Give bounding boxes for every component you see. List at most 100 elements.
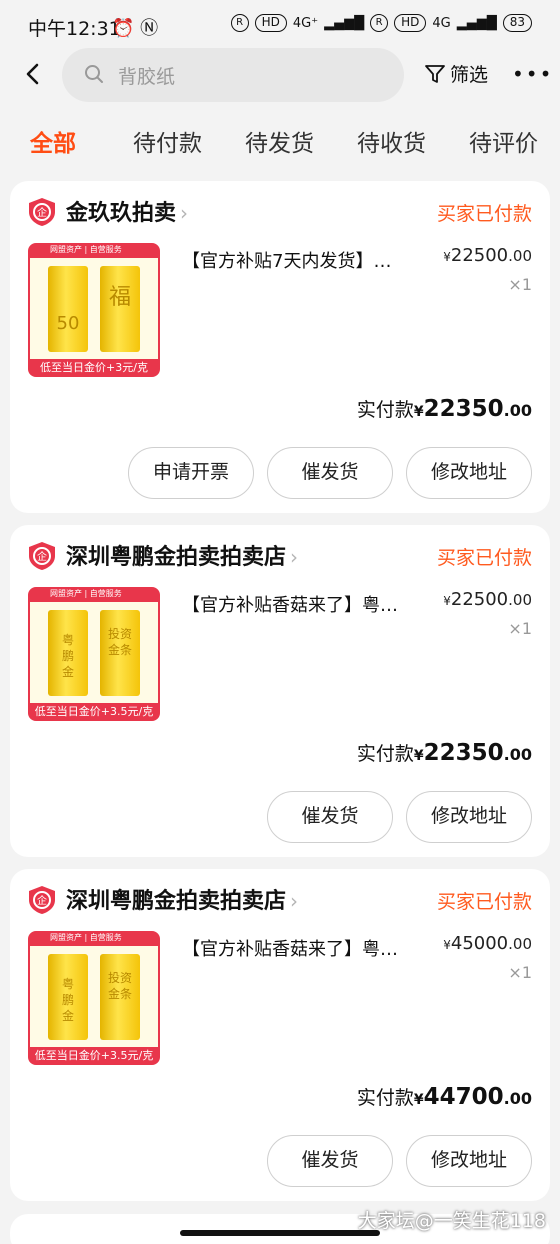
filter-button[interactable]: 筛选 [424,60,488,87]
price-int: 22500 [450,245,509,266]
gold-bar-text: 50 [56,313,80,334]
search-icon [85,65,103,83]
change-address-button[interactable]: 修改地址 [406,791,532,843]
clock: 中午12:31 [28,18,121,40]
tab-pending-review[interactable]: 待评价 [469,124,538,158]
currency-symbol: ¥ [443,594,451,608]
gold-bar: 粤鹏金 [48,610,88,696]
gold-bar-text: 福 [108,285,131,310]
tab-pending-receipt[interactable]: 待收货 [357,124,426,158]
product-image[interactable]: 网盟资产 | 自营服务 50 福 低至当日金价+3元/克 [28,243,160,377]
change-address-button[interactable]: 修改地址 [406,447,532,499]
quantity: ×1 [508,619,532,638]
filter-label: 筛选 [450,64,489,86]
paid-dec: .00 [503,745,532,764]
paid-int: 44700 [423,1084,504,1110]
gold-bar: 投资金条 [100,610,140,696]
shop-name[interactable]: 深圳粤鹏金拍卖拍卖店 › [66,539,298,571]
quantity: ×1 [508,963,532,982]
currency-symbol: ¥ [413,404,424,420]
tab-pending-shipment[interactable]: 待发货 [245,124,314,158]
request-invoice-button[interactable]: 申请开票 [128,447,254,499]
amount-paid: 实付款¥44700.00 [357,1083,532,1110]
change-address-button[interactable]: 修改地址 [406,1135,532,1187]
search-input[interactable]: 背胶纸 [62,48,404,102]
search-placeholder: 背胶纸 [118,66,176,88]
gold-bar: 粤鹏金 [48,954,88,1040]
status-bar: 中午12:31 ⏰ Ⓝ R HD 4G⁺ ▂▄▆█ R HD 4G ▂▄▆█ 8… [0,0,560,52]
search-row: 背胶纸 筛选 ••• [0,46,560,104]
gold-bars-image: 50 福 [30,258,158,359]
order-status: 买家已付款 [436,203,532,225]
order-card: 企 金玖玖拍卖 › 买家已付款 网盟资产 | 自营服务 50 福 低至当日金价+3… [10,181,550,513]
paid-dec: .00 [503,1089,532,1108]
paid-dec: .00 [503,401,532,420]
gold-bar: 50 [48,266,88,352]
thumb-footer: 低至当日金价+3元/克 [40,361,148,374]
chevron-right-icon: › [180,201,189,225]
price-dec: .00 [508,591,532,609]
price-int: 45000 [450,933,509,954]
product-title[interactable]: 【官方补贴7天内发货】… [182,247,432,273]
signal-bars-icon-2: ▂▄▆█ [456,15,497,31]
amount-paid: 实付款¥22350.00 [357,739,532,766]
shop-name-text: 深圳粤鹏金拍卖拍卖店 [66,889,287,914]
currency-symbol: ¥ [413,748,424,764]
tab-all[interactable]: 全部 [30,124,76,158]
gold-bar-text: 投资金条 [107,627,132,657]
gold-bar-text: 投资金条 [107,971,132,1001]
unit-price: ¥22500.00 [443,589,532,610]
gold-bar-text: 粤鹏金 [61,633,74,679]
amount-paid: 实付款¥22350.00 [357,395,532,422]
shop-name-text: 金玖玖拍卖 [66,201,177,226]
unit-price: ¥22500.00 [443,245,532,266]
thumb-header: 网盟资产 | 自营服务 [50,933,122,942]
product-title[interactable]: 【官方补贴香菇来了】粤… [182,591,432,617]
thumb-footer: 低至当日金价+3.5元/克 [34,1049,154,1062]
order-tabs: 全部 待付款 待发货 待收货 待评价 [0,118,560,166]
product-image[interactable]: 网盟资产 | 自营服务 粤鹏金 投资金条 低至当日金价+3.5元/克 [28,587,160,721]
signal-bars-icon: ▂▄▆█ [324,15,365,31]
shop-name-text: 深圳粤鹏金拍卖拍卖店 [66,545,287,570]
order-status: 买家已付款 [436,547,532,569]
urge-shipment-button[interactable]: 催发货 [267,447,393,499]
quantity: ×1 [508,275,532,294]
gold-bar: 投资金条 [100,954,140,1040]
svg-text:企: 企 [37,894,47,907]
urge-shipment-button[interactable]: 催发货 [267,1135,393,1187]
svg-text:企: 企 [37,206,47,219]
urge-shipment-button[interactable]: 催发货 [267,791,393,843]
paid-label: 实付款 [356,743,414,765]
product-title[interactable]: 【官方补贴香菇来了】粤… [182,935,432,961]
thumb-header: 网盟资产 | 自营服务 [50,245,122,254]
shop-name[interactable]: 金玖玖拍卖 › [66,195,188,227]
paid-int: 22350 [423,396,504,422]
order-card: 企 深圳粤鹏金拍卖拍卖店 › 买家已付款 网盟资产 | 自营服务 粤鹏金 投资金条… [10,525,550,857]
registered-icon: R [230,14,249,32]
more-options-icon[interactable]: ••• [512,62,553,86]
status-right: R HD 4G⁺ ▂▄▆█ R HD 4G ▂▄▆█ 83 [230,14,532,32]
shop-name[interactable]: 深圳粤鹏金拍卖拍卖店 › [66,883,298,915]
alarm-nfc-icons: ⏰ Ⓝ [112,18,159,39]
shop-logo-icon: 企 [29,886,55,914]
svg-text:企: 企 [37,550,47,563]
paid-label: 实付款 [356,1087,414,1109]
back-icon[interactable] [22,60,46,90]
price-dec: .00 [508,247,532,265]
signal-icon-2: 4G [432,15,451,31]
tab-pending-payment[interactable]: 待付款 [133,124,202,158]
shop-logo-icon: 企 [29,542,55,570]
order-card: 企 深圳粤鹏金拍卖拍卖店 › 买家已付款 网盟资产 | 自营服务 粤鹏金 投资金条… [10,869,550,1201]
paid-label: 实付款 [356,399,414,421]
gold-bar-text: 粤鹏金 [61,977,74,1023]
chevron-right-icon: › [290,889,299,913]
order-status: 买家已付款 [436,891,532,913]
product-image[interactable]: 网盟资产 | 自营服务 粤鹏金 投资金条 低至当日金价+3.5元/克 [28,931,160,1065]
watermark: 大家坛@一笑生花118 [357,1210,546,1232]
currency-symbol: ¥ [413,1092,424,1108]
thumb-footer: 低至当日金价+3.5元/克 [34,705,154,718]
hd-icon-2: HD [394,14,427,32]
unit-price: ¥45000.00 [443,933,532,954]
price-int: 22500 [450,589,509,610]
home-indicator[interactable] [180,1230,380,1236]
